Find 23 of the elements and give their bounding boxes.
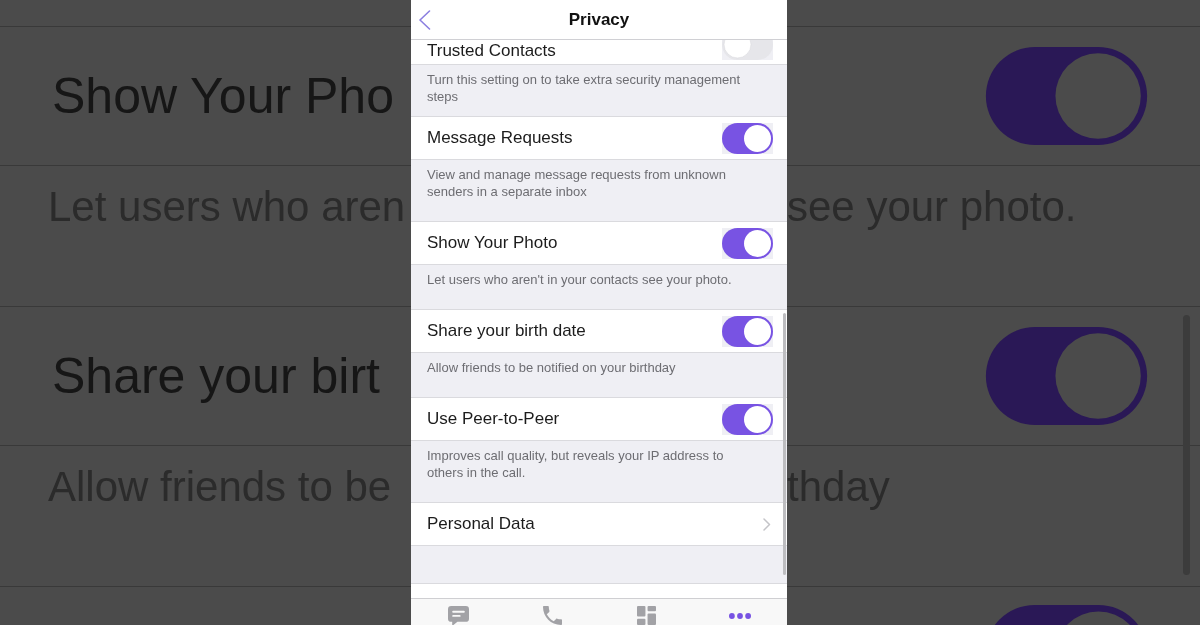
setting-description: Turn this setting on to take extra security management steps	[427, 71, 742, 105]
setting-label: Use Peer-to-Peer	[427, 409, 560, 429]
more-icon	[729, 613, 751, 619]
chevron-right-icon	[763, 517, 771, 531]
setting-description: Let users who aren't in your contacts see your photo.	[427, 271, 733, 288]
setting-description: Improves call quality, but reveals your IP address to others in the call.	[427, 447, 725, 481]
phone-icon	[542, 606, 562, 625]
setting-label: Message Requests	[427, 128, 573, 148]
setting-description: Allow friends to be notified on your birthday	[427, 359, 677, 376]
back-button[interactable]	[418, 9, 431, 30]
setting-label: Share your birth date	[427, 321, 586, 341]
toggle-switch[interactable]	[722, 122, 773, 154]
setting-description: View and manage message requests from unknown senders in a separate inbox	[427, 166, 727, 200]
screen-title: Privacy	[568, 9, 630, 30]
grid-icon	[636, 606, 656, 625]
toggle-switch[interactable]	[722, 403, 773, 435]
toggle-switch[interactable]	[722, 315, 773, 347]
setting-label: Trusted Contacts	[427, 41, 556, 62]
menu-row[interactable]: Personal Data	[411, 502, 787, 546]
setting-label: Show Your Photo	[427, 233, 558, 253]
toggle-switch[interactable]	[722, 40, 773, 60]
toggle-switch[interactable]	[722, 227, 773, 259]
chevron-left-icon	[418, 9, 431, 30]
